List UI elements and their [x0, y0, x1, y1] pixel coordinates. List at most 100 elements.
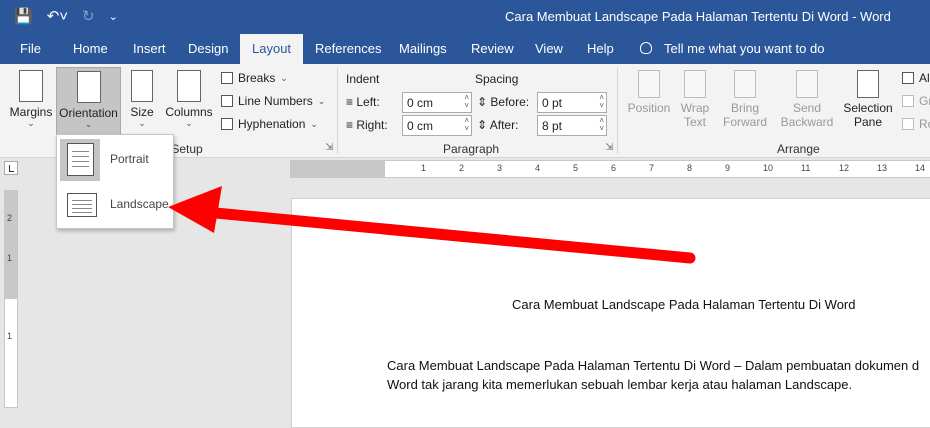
- size-button[interactable]: Size ⌄: [126, 70, 158, 128]
- ruler-mark: 2: [459, 163, 465, 173]
- undo-icon[interactable]: ↶˅: [47, 7, 68, 27]
- send-backward-label: Send: [792, 101, 822, 115]
- ruler-mark: 13: [877, 163, 888, 173]
- tab-file[interactable]: File: [20, 34, 41, 64]
- selection-pane-label-2: Pane: [853, 115, 883, 129]
- landscape-label: Landscape: [110, 197, 169, 211]
- size-icon: [131, 70, 153, 102]
- rotate-label: Ro: [919, 117, 930, 131]
- indent-right-input[interactable]: 0 cm ˄ ˅: [402, 115, 472, 136]
- breaks-button[interactable]: Breaks ⌄: [221, 71, 288, 85]
- spinner-arrows-icon[interactable]: ˄ ˅: [599, 94, 604, 110]
- spinner-arrows-icon[interactable]: ˄ ˅: [464, 117, 469, 133]
- position-button[interactable]: Position: [625, 70, 673, 115]
- spacing-after-input[interactable]: 8 pt ˄ ˅: [537, 115, 607, 136]
- tab-selector[interactable]: [4, 161, 18, 175]
- chevron-down-icon: ⌄: [280, 72, 288, 83]
- tab-design[interactable]: Design: [188, 34, 228, 64]
- vertical-ruler[interactable]: 2 1 1: [4, 190, 18, 408]
- hyphenation-icon: [221, 118, 233, 130]
- spacing-before-input[interactable]: 0 pt ˄ ˅: [537, 92, 607, 113]
- indent-left-value: 0 cm: [407, 96, 434, 110]
- tab-mailings[interactable]: Mailings: [399, 34, 447, 64]
- bring-forward-button[interactable]: Bring Forward: [716, 70, 774, 129]
- wrap-text-label-2: Text: [683, 115, 706, 129]
- orientation-portrait-option[interactable]: Portrait: [60, 139, 149, 181]
- wrap-text-button[interactable]: Wrap Text: [676, 70, 714, 129]
- ruler-mark: 1: [421, 163, 427, 173]
- columns-button[interactable]: Columns ⌄: [163, 70, 215, 128]
- ribbon-tabs: File Home Insert Design Layout Reference…: [0, 34, 930, 64]
- bring-forward-label-2: Forward: [722, 115, 767, 129]
- rotate-button[interactable]: Ro: [902, 117, 930, 131]
- spacing-label: Spacing: [475, 72, 519, 86]
- spinner-arrows-icon[interactable]: ˄ ˅: [464, 94, 469, 110]
- columns-label: Columns: [165, 105, 213, 119]
- indent-left-input[interactable]: 0 cm ˄ ˅: [402, 92, 472, 113]
- orientation-landscape-option[interactable]: Landscape: [60, 184, 170, 226]
- spinner-arrows-icon[interactable]: ˄ ˅: [599, 117, 604, 133]
- columns-icon: [177, 70, 201, 102]
- chevron-down-icon: ⌄: [310, 118, 318, 129]
- document-paragraph: Cara Membuat Landscape Pada Halaman Tert…: [387, 356, 930, 394]
- align-label: Ali: [919, 71, 930, 85]
- align-button[interactable]: Ali: [902, 71, 930, 85]
- vertical-ruler-mark: 2: [7, 213, 13, 223]
- tab-references[interactable]: References: [315, 34, 381, 64]
- spacing-before-value: 0 pt: [542, 96, 563, 110]
- line-numbers-icon: [221, 95, 233, 107]
- arrange-group-label: Arrange: [777, 142, 820, 156]
- tab-view[interactable]: View: [535, 34, 563, 64]
- lightbulb-icon: [640, 42, 652, 54]
- line-numbers-label: Line Numbers: [238, 94, 313, 108]
- arrow-head: [168, 186, 222, 233]
- paragraph-launcher-icon[interactable]: ⇲: [605, 142, 613, 153]
- group-separator: [617, 68, 618, 154]
- customize-qat-icon[interactable]: ⌄: [109, 7, 118, 27]
- spacing-after-value: 8 pt: [542, 119, 563, 133]
- ruler-mark: 3: [497, 163, 503, 173]
- margins-icon: [19, 70, 43, 102]
- group-separator: [337, 68, 338, 154]
- orientation-button[interactable]: Orientation ⌄: [56, 67, 121, 137]
- vertical-ruler-mark: 1: [7, 331, 13, 341]
- selection-pane-button[interactable]: Selection Pane: [841, 70, 895, 129]
- horizontal-ruler[interactable]: 1 2 3 4 5 6 7 8 9 10 11 12 13 14: [290, 160, 930, 178]
- spacing-before-label: ⇕ Before:: [477, 95, 530, 109]
- after-label-text: After:: [489, 118, 519, 132]
- tab-insert[interactable]: Insert: [133, 34, 166, 64]
- document-page[interactable]: Cara Membuat Landscape Pada Halaman Tert…: [291, 198, 930, 428]
- right-label-text: Right:: [356, 118, 388, 132]
- group-button[interactable]: Gr: [902, 94, 930, 108]
- tab-help[interactable]: Help: [587, 34, 614, 64]
- position-icon: [638, 70, 660, 98]
- size-label: Size: [130, 105, 154, 119]
- ruler-mark: 10: [763, 163, 774, 173]
- window-title: Cara Membuat Landscape Pada Halaman Tert…: [505, 9, 891, 24]
- orientation-label: Orientation: [59, 106, 118, 120]
- ruler-left-margin: [290, 161, 385, 177]
- paragraph-line: Cara Membuat Landscape Pada Halaman Tert…: [387, 358, 920, 373]
- chevron-down-icon: ⌄: [317, 95, 326, 106]
- vertical-ruler-mark: 1: [7, 253, 13, 263]
- tell-me-box[interactable]: Tell me what you want to do: [640, 34, 824, 64]
- paragraph-line: Word tak jarang kita memerlukan sebuah l…: [387, 377, 853, 392]
- send-backward-button[interactable]: Send Backward: [776, 70, 838, 129]
- tab-home[interactable]: Home: [73, 34, 108, 64]
- save-icon[interactable]: 💾: [14, 7, 33, 27]
- selection-pane-label: Selection: [843, 101, 893, 115]
- redo-icon[interactable]: ↻: [82, 7, 95, 27]
- document-heading: Cara Membuat Landscape Pada Halaman Tert…: [512, 297, 856, 312]
- tell-me-text: Tell me what you want to do: [664, 41, 825, 56]
- indent-right-value: 0 cm: [407, 119, 434, 133]
- bring-forward-label: Bring: [730, 101, 759, 115]
- page-setup-launcher-icon[interactable]: ⇲: [325, 142, 333, 153]
- tab-review[interactable]: Review: [471, 34, 514, 64]
- title-bar: 💾 ↶˅ ↻ ⌄ Cara Membuat Landscape Pada Hal…: [0, 0, 930, 34]
- margins-button[interactable]: Margins ⌄: [6, 70, 56, 128]
- bring-forward-icon: [734, 70, 756, 98]
- hyphenation-button[interactable]: Hyphenation ⌄: [221, 117, 318, 131]
- portrait-label: Portrait: [110, 152, 149, 166]
- tab-layout[interactable]: Layout: [240, 34, 304, 64]
- line-numbers-button[interactable]: Line Numbers ⌄: [221, 94, 325, 108]
